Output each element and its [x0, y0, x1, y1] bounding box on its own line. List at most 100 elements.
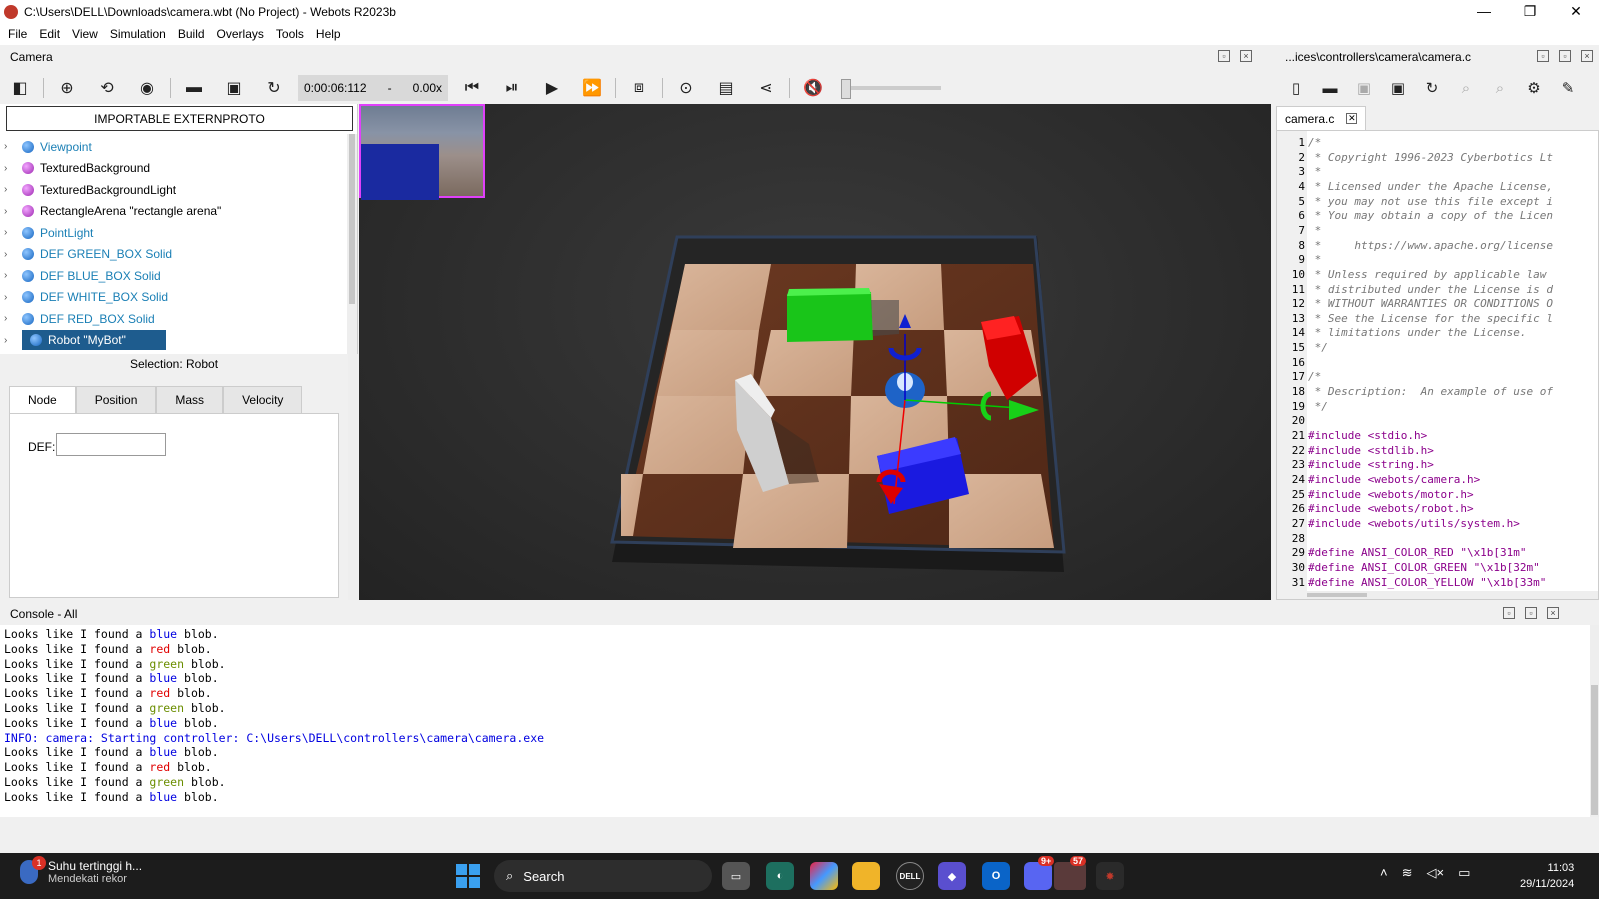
clean-icon[interactable]: ✎: [1555, 75, 1581, 101]
discord-icon[interactable]: 9+: [1024, 856, 1055, 890]
maximize-button[interactable]: ❐: [1507, 0, 1553, 23]
menu-overlays[interactable]: Overlays: [213, 27, 272, 41]
fast-forward-icon[interactable]: ⏩: [579, 75, 605, 101]
open-file-icon[interactable]: ▬: [1317, 75, 1343, 101]
scene-tree-item[interactable]: › TexturedBackground: [4, 158, 150, 179]
save-all-icon[interactable]: ▣: [1385, 75, 1411, 101]
expand-arrow-icon[interactable]: ›: [4, 249, 18, 260]
record-movie-icon[interactable]: ▤: [713, 75, 739, 101]
rendering-cube-icon[interactable]: ⧈: [626, 75, 652, 101]
menu-view[interactable]: View: [68, 27, 106, 41]
close-button[interactable]: ✕: [1553, 0, 1599, 23]
expand-arrow-icon[interactable]: ›: [4, 206, 18, 217]
scene-tree-item[interactable]: › DEF RED_BOX Solid: [4, 308, 155, 329]
vpn-app-icon[interactable]: ◆: [938, 862, 966, 890]
field-editor-scrollbar[interactable]: [348, 354, 358, 600]
expand-arrow-icon[interactable]: ›: [4, 313, 18, 324]
3d-view[interactable]: [359, 104, 1271, 600]
mute-speaker-icon[interactable]: 🔇: [800, 75, 826, 101]
scene-tree-item[interactable]: › DEF WHITE_BOX Solid: [4, 287, 168, 308]
reload-world-icon[interactable]: ↻: [261, 75, 287, 101]
play-icon[interactable]: ▶: [539, 75, 565, 101]
taskbar-search[interactable]: ⌕ Search: [494, 860, 712, 892]
code-editor[interactable]: 1/* 2 * Copyright 1996-2023 Cyberbotics L…: [1276, 130, 1599, 600]
file-explorer-icon[interactable]: [852, 862, 880, 890]
importable-externproto-button[interactable]: IMPORTABLE EXTERNPROTO: [6, 106, 353, 131]
scene-tree-item[interactable]: › Viewpoint: [4, 136, 92, 157]
tab-node[interactable]: Node: [9, 386, 76, 413]
expand-arrow-icon[interactable]: ›: [4, 270, 18, 281]
menu-build[interactable]: Build: [174, 27, 213, 41]
step-icon[interactable]: ⏯: [499, 75, 525, 101]
scene-render[interactable]: [359, 104, 1271, 600]
tab-close-icon[interactable]: ✕: [1346, 113, 1358, 124]
scene-tree-item[interactable]: › DEF GREEN_BOX Solid: [4, 244, 172, 265]
telegram-icon[interactable]: 57: [1054, 856, 1087, 890]
reset-simulation-icon[interactable]: ⏮: [459, 75, 485, 101]
scene-tree-item[interactable]: › Robot "MyBot": [4, 330, 166, 351]
screenshot-camera-icon[interactable]: ⊙: [673, 75, 699, 101]
tab-velocity[interactable]: Velocity: [223, 386, 303, 413]
editor-float-icon[interactable]: ▫: [1537, 50, 1549, 62]
menu-file[interactable]: File: [4, 27, 35, 41]
reset-view-icon[interactable]: ⟲: [94, 75, 120, 101]
revert-file-icon[interactable]: ↻: [1419, 75, 1445, 101]
copilot-icon[interactable]: [810, 862, 838, 890]
tab-camera-c[interactable]: camera.c ✕: [1276, 106, 1367, 130]
chevron-up-icon[interactable]: ˄: [1380, 865, 1388, 881]
menu-help[interactable]: Help: [312, 27, 349, 41]
minimize-button[interactable]: —: [1461, 0, 1507, 23]
replace-icon[interactable]: ⌕: [1487, 75, 1513, 101]
console-close-icon[interactable]: ×: [1547, 607, 1559, 619]
add-node-icon[interactable]: ⊕: [54, 75, 80, 101]
volume-muted-icon[interactable]: ◁×: [1427, 865, 1445, 881]
editor-close-icon[interactable]: ×: [1581, 50, 1593, 62]
expand-arrow-icon[interactable]: ›: [4, 163, 18, 174]
edge-browser-icon[interactable]: ◐: [766, 862, 794, 890]
close-panel-icon[interactable]: ×: [1240, 50, 1252, 62]
save-world-icon[interactable]: ▣: [221, 75, 247, 101]
camera-overlay[interactable]: [359, 104, 485, 200]
dell-app-icon[interactable]: DELL: [896, 862, 924, 890]
tab-mass[interactable]: Mass: [156, 386, 224, 413]
menu-tools[interactable]: Tools: [272, 27, 312, 41]
taskbar-clock[interactable]: 11:03 29/11/2024: [1520, 860, 1574, 892]
share-icon[interactable]: ⋖: [753, 75, 779, 101]
float-panel-icon[interactable]: ▫: [1218, 50, 1230, 62]
new-file-icon[interactable]: ▯: [1283, 75, 1309, 101]
battery-icon[interactable]: ▭: [1458, 865, 1470, 881]
menu-edit[interactable]: Edit: [35, 27, 68, 41]
scene-tree-item[interactable]: › RectangleArena "rectangle arena": [4, 201, 221, 222]
visibility-eye-icon[interactable]: ◉: [134, 75, 160, 101]
start-button[interactable]: [456, 864, 480, 888]
editor-maximize-icon[interactable]: ▫: [1559, 50, 1571, 62]
expand-arrow-icon[interactable]: ›: [4, 227, 18, 238]
scene-tree-item[interactable]: › DEF BLUE_BOX Solid: [4, 265, 161, 286]
task-view-icon[interactable]: ▭: [722, 862, 750, 890]
expand-arrow-icon[interactable]: ›: [4, 335, 18, 346]
wifi-icon[interactable]: ≋: [1402, 865, 1413, 881]
console-scrollbar[interactable]: [1590, 625, 1599, 817]
def-input[interactable]: [56, 433, 166, 456]
scene-tree-item[interactable]: › TexturedBackgroundLight: [4, 179, 176, 200]
find-icon[interactable]: ⌕: [1453, 75, 1479, 101]
menu-simulation[interactable]: Simulation: [106, 27, 174, 41]
toggle-scene-tree-icon[interactable]: ◧: [7, 75, 33, 101]
volume-slider[interactable]: [841, 79, 941, 99]
scene-tree-item[interactable]: › PointLight: [4, 222, 93, 243]
tab-position[interactable]: Position: [75, 386, 157, 413]
console-output[interactable]: Looks like I found a blue blob. Looks lik…: [0, 625, 1590, 817]
outlook-icon[interactable]: O: [982, 862, 1010, 890]
expand-arrow-icon[interactable]: ›: [4, 184, 18, 195]
console-maximize-icon[interactable]: ▫: [1525, 607, 1537, 619]
weather-widget[interactable]: 1 Suhu tertinggi h... Mendekati rekor: [20, 856, 142, 885]
editor-horizontal-scrollbar[interactable]: [1307, 591, 1598, 599]
console-float-icon[interactable]: ▫: [1503, 607, 1515, 619]
build-gear-icon[interactable]: ⚙: [1521, 75, 1547, 101]
open-world-icon[interactable]: ▬: [181, 75, 207, 101]
scene-tree-scrollbar[interactable]: [347, 134, 357, 354]
expand-arrow-icon[interactable]: ›: [4, 141, 18, 152]
webots-taskbar-icon[interactable]: ✸: [1096, 862, 1124, 890]
save-file-icon[interactable]: ▣: [1351, 75, 1377, 101]
expand-arrow-icon[interactable]: ›: [4, 292, 18, 303]
